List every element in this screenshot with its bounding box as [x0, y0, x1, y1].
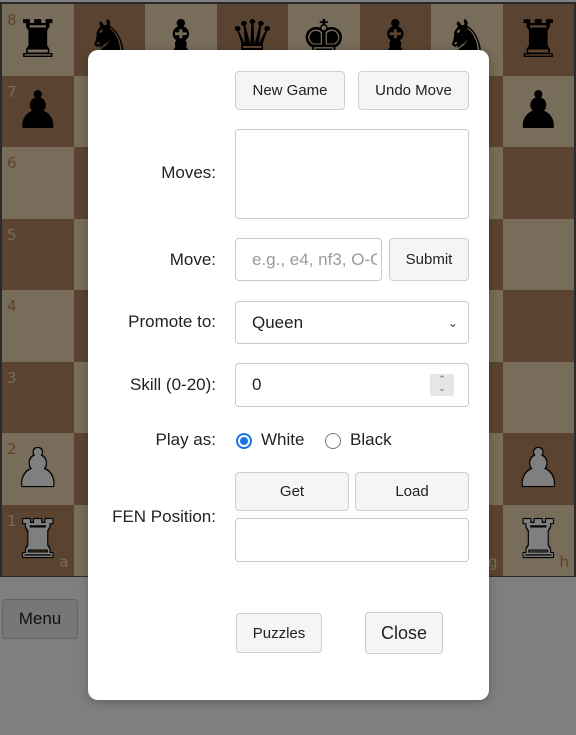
- play-as-black-label[interactable]: Black: [350, 430, 392, 450]
- move-input[interactable]: e.g., e4, nf3, O-O: [235, 238, 382, 281]
- move-input-placeholder: e.g., e4, nf3, O-O: [252, 249, 377, 269]
- move-label: Move:: [169, 250, 216, 269]
- moves-label: Moves:: [161, 163, 216, 182]
- undo-move-button[interactable]: Undo Move: [358, 71, 469, 110]
- skill-label: Skill (0-20):: [130, 375, 216, 394]
- fen-load-button[interactable]: Load: [355, 472, 469, 511]
- game-settings-modal: New Game Undo Move Moves: Move: e.g., e4…: [88, 50, 489, 700]
- new-game-button[interactable]: New Game: [235, 71, 345, 110]
- fen-input[interactable]: [235, 518, 469, 562]
- promote-selected-value: Queen: [252, 312, 304, 332]
- stepper-icon[interactable]: ⌃ ⌄: [430, 374, 454, 396]
- promote-label: Promote to:: [128, 312, 216, 331]
- play-as-white-radio[interactable]: [236, 433, 252, 449]
- fen-label: FEN Position:: [112, 507, 216, 526]
- submit-move-button[interactable]: Submit: [389, 238, 469, 281]
- play-as-label: Play as:: [155, 430, 216, 449]
- skill-input[interactable]: 0 ⌃ ⌄: [235, 363, 469, 407]
- fen-get-button[interactable]: Get: [235, 472, 349, 511]
- play-as-white-label[interactable]: White: [261, 430, 304, 450]
- chevron-down-icon: ⌄: [447, 315, 458, 330]
- promote-select[interactable]: Queen ⌄: [235, 301, 469, 344]
- skill-value: 0: [252, 375, 262, 394]
- close-button[interactable]: Close: [365, 612, 443, 654]
- moves-textarea[interactable]: [235, 129, 469, 219]
- play-as-black-radio[interactable]: [325, 433, 341, 449]
- puzzles-button[interactable]: Puzzles: [236, 613, 322, 653]
